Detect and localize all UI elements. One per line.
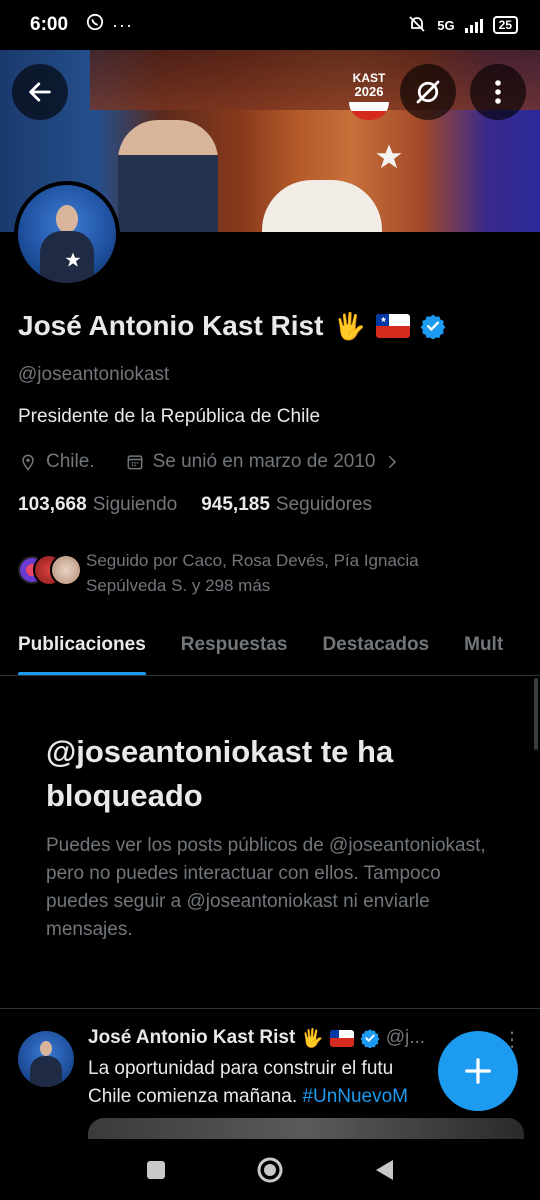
followers-link[interactable]: 945,185 Seguidores: [201, 494, 372, 516]
chile-flag-icon: [375, 314, 410, 338]
followed-by-text: Seguido por Caco, Rosa Devés, Pía Ignaci…: [86, 551, 419, 595]
grok-icon: [416, 80, 440, 104]
raised-hand-emoji: 🖐: [333, 310, 366, 341]
profile-location: Chile.: [46, 451, 95, 472]
kast-2026-logo: KAST 2026: [338, 72, 400, 152]
network-label: 5G: [437, 17, 455, 33]
more-dots-icon: ···: [112, 14, 134, 35]
arrow-left-icon: [29, 82, 51, 102]
grok-button[interactable]: [400, 64, 456, 120]
raised-hand-emoji: 🖐: [301, 1027, 324, 1048]
followers-you-know-avatars: [16, 554, 82, 594]
chevron-right-icon[interactable]: [383, 453, 401, 471]
profile-name-row: José Antonio Kast Rist 🖐: [18, 310, 446, 342]
scrollbar[interactable]: [534, 678, 538, 750]
hashtag-link[interactable]: #UnNuevoM: [302, 1086, 408, 1107]
status-bar: 6:00 ··· 5G 25: [0, 0, 540, 50]
status-time: 6:00: [30, 14, 69, 35]
tab-destacados[interactable]: Destacados: [322, 618, 429, 675]
following-link[interactable]: 103,668 Siguiendo: [18, 494, 177, 516]
tab-respuestas[interactable]: Respuestas: [181, 618, 288, 675]
system-nav-bar: [0, 1139, 540, 1200]
star-icon: [376, 144, 402, 169]
tab-publicaciones[interactable]: Publicaciones: [18, 618, 146, 675]
profile-avatar[interactable]: [14, 181, 120, 287]
blocked-body: Puedes ver los posts públicos de @josean…: [46, 835, 486, 940]
home-button[interactable]: [255, 1155, 285, 1185]
location-icon: [22, 454, 34, 471]
post-author: José Antonio Kast Rist: [88, 1027, 296, 1048]
profile-name: José Antonio Kast Rist: [18, 310, 324, 341]
verified-badge-icon: [360, 1029, 380, 1048]
star-icon: [65, 252, 81, 267]
banner-photo-person: [118, 120, 218, 232]
followed-by-row[interactable]: Seguido por Caco, Rosa Devés, Pía Ignaci…: [16, 548, 466, 598]
battery-icon: 25: [492, 16, 518, 34]
profile-bio: Presidente de la República de Chile: [18, 406, 321, 427]
whatsapp-icon: [86, 13, 104, 37]
more-vertical-icon: [495, 80, 501, 104]
back-button[interactable]: [12, 64, 68, 120]
profile-stats: 103,668 Siguiendo 945,185 Seguidores: [18, 494, 372, 516]
signal-icon: [464, 17, 483, 33]
profile-joined: Se unió en marzo de 2010: [152, 451, 376, 472]
following-label: Siguiendo: [92, 494, 178, 515]
profile-meta: Chile. Se unió en marzo de 2010: [18, 451, 401, 473]
avatar: [50, 554, 82, 586]
tab-multimedia[interactable]: Mult: [464, 618, 503, 675]
followers-label: Seguidores: [275, 494, 373, 515]
back-nav-button[interactable]: [373, 1158, 395, 1182]
calendar-icon: [127, 455, 142, 470]
mute-bell-icon: [407, 14, 427, 37]
post-header: José Antonio Kast Rist 🖐 @j...: [88, 1027, 425, 1049]
more-options-button[interactable]: [470, 64, 526, 120]
profile-tabs: Publicaciones Respuestas Destacados Mult: [0, 618, 540, 676]
post-handle: @j...: [385, 1027, 426, 1048]
followers-count: 945,185: [201, 494, 270, 515]
plus-icon: [465, 1058, 491, 1084]
following-count: 103,668: [18, 494, 87, 515]
post-avatar[interactable]: [18, 1031, 74, 1087]
banner-photo-person: [262, 180, 382, 232]
profile-handle: @joseantoniokast: [18, 364, 170, 385]
blocked-notice: @joseantoniokast te ha bloqueado Puedes …: [46, 730, 506, 944]
recent-apps-button[interactable]: [145, 1159, 167, 1181]
compose-post-button[interactable]: [438, 1031, 518, 1111]
blocked-title: @joseantoniokast te ha bloqueado: [46, 734, 394, 813]
verified-badge-icon[interactable]: [420, 313, 446, 339]
chile-flag-icon: [329, 1029, 354, 1047]
